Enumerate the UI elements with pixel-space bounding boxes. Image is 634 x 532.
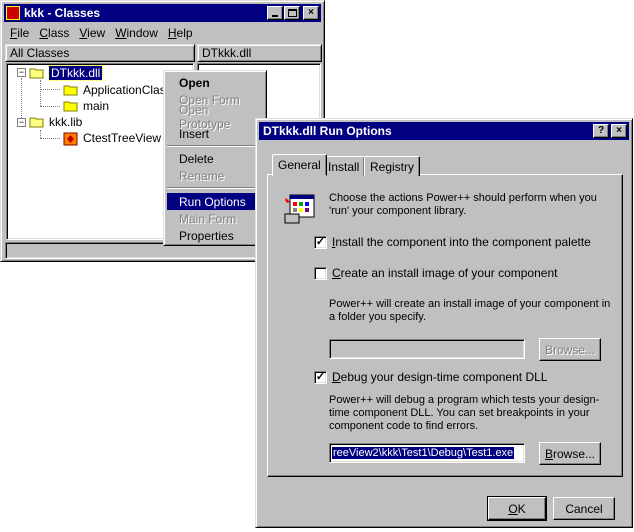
menu-item-open-prototype[interactable]: Open Prototype — [167, 103, 263, 131]
debug-dll-label[interactable]: Debug your design-time component DLL — [332, 370, 547, 384]
debug-dll-checkbox[interactable]: ✓ — [314, 371, 327, 384]
dialog-close-button[interactable]: × — [611, 124, 627, 138]
tab-label: Registry — [370, 159, 415, 174]
debug-path-value: reeView2\kkk\Test1\Debug\Test1.exe — [332, 447, 515, 459]
classes-window-titlebar[interactable]: kkk - Classes × — [4, 4, 321, 22]
checkmark-icon: ✓ — [315, 371, 326, 383]
install-palette-checkbox[interactable]: ✓ — [314, 236, 327, 249]
install-palette-label[interactable]: Install the component into the component… — [332, 235, 591, 249]
folder-icon — [63, 84, 79, 96]
menu-file[interactable]: File — [5, 26, 34, 40]
tab-install[interactable]: Install — [322, 156, 366, 176]
tree-item-label: main — [83, 99, 110, 113]
tab-general[interactable]: General — [272, 154, 327, 176]
browse-label: Browse... — [544, 446, 596, 461]
tree-item-label: CtestTreeView — [83, 131, 162, 145]
tree-item-ctesttreeview[interactable]: CtestTreeView — [63, 130, 161, 146]
ok-label: OK — [508, 501, 526, 516]
close-icon: × — [308, 7, 314, 18]
component-library-icon — [284, 194, 316, 224]
folder-icon — [63, 100, 79, 112]
menu-view[interactable]: View — [74, 26, 110, 40]
tree-item-label: kkk.lib — [49, 115, 83, 129]
menu-separator — [167, 187, 263, 189]
collapse-dtkkk-icon[interactable]: − — [17, 68, 26, 77]
run-options-dialog: DTkkk.dll Run Options ? × General Instal… — [255, 118, 633, 528]
menu-item-main-form[interactable]: Main Form — [167, 210, 263, 227]
tree-connector — [21, 78, 22, 122]
tree-item-kkk-lib[interactable]: kkk.lib — [29, 114, 82, 130]
collapse-kkk-lib-icon[interactable]: − — [17, 118, 26, 127]
install-image-checkbox[interactable] — [314, 267, 327, 280]
menu-item-rename[interactable]: Rename — [167, 167, 263, 184]
debug-path-field[interactable]: reeView2\kkk\Test1\Debug\Test1.exe — [329, 443, 525, 463]
class-icon — [63, 132, 79, 146]
install-image-help-text: Power++ will create an install image of … — [329, 298, 611, 323]
close-icon: × — [616, 125, 622, 136]
debug-browse-button[interactable]: Browse... — [539, 442, 601, 465]
checkmark-icon: ✓ — [315, 236, 326, 248]
maximize-icon — [287, 9, 297, 17]
close-button[interactable]: × — [303, 6, 319, 20]
menu-window[interactable]: Window — [110, 26, 163, 40]
menu-item-insert[interactable]: Insert — [167, 125, 263, 142]
ok-button[interactable]: OK — [487, 496, 547, 521]
all-classes-header-label: All Classes — [10, 46, 70, 60]
minimize-icon — [272, 15, 278, 17]
detail-header[interactable]: DTkkk.dll — [197, 44, 322, 62]
tree-item-label: DTkkk.dll — [47, 65, 104, 81]
tab-label: General — [278, 158, 321, 172]
menu-separator — [167, 145, 263, 147]
tree-item-applicationclass[interactable]: ApplicationClass — [63, 82, 172, 98]
cancel-label: Cancel — [565, 501, 603, 516]
tree-connector — [40, 130, 41, 138]
tree-connector — [40, 80, 41, 106]
open-folder-icon — [29, 67, 45, 79]
window-title: kkk - Classes — [24, 6, 101, 20]
tree-connector — [40, 106, 60, 107]
minimize-button[interactable] — [267, 6, 283, 20]
menu-item-run-options[interactable]: Run Options — [167, 193, 263, 210]
install-image-path-field[interactable] — [329, 339, 525, 359]
menu-item-properties[interactable]: Properties — [167, 227, 263, 244]
cancel-button[interactable]: Cancel — [553, 497, 615, 520]
dialog-title: DTkkk.dll Run Options — [263, 124, 392, 138]
browse-label: Browse... — [544, 342, 595, 357]
tree-item-label: ApplicationClass — [83, 83, 172, 97]
debug-help-text: Power++ will debug a program which tests… — [329, 394, 600, 432]
menu-help[interactable]: Help — [163, 26, 198, 40]
menu-bar: File Class View Window Help — [5, 24, 320, 42]
help-icon: ? — [597, 125, 605, 136]
context-menu: Open Open Form Open Prototype Insert Del… — [163, 70, 267, 246]
install-image-browse-button[interactable]: Browse... — [539, 338, 601, 361]
tree-item-dtkkk-dll[interactable]: DTkkk.dll — [29, 65, 104, 81]
app-icon[interactable] — [6, 6, 20, 20]
tab-label: Install — [328, 159, 360, 174]
dialog-titlebar[interactable]: DTkkk.dll Run Options ? × — [259, 122, 629, 140]
intro-text: Choose the actions Power++ should perfor… — [329, 192, 597, 217]
tree-connector — [40, 89, 60, 90]
menu-class[interactable]: Class — [34, 26, 74, 40]
install-image-label[interactable]: Create an install image of your componen… — [332, 266, 557, 280]
menu-item-delete[interactable]: Delete — [167, 150, 263, 167]
open-folder-icon — [29, 116, 45, 128]
menu-item-open[interactable]: Open — [167, 74, 263, 91]
detail-header-label: DTkkk.dll — [202, 46, 252, 60]
maximize-button[interactable] — [284, 6, 300, 20]
all-classes-header[interactable]: All Classes — [5, 44, 195, 62]
tab-registry[interactable]: Registry — [364, 156, 421, 176]
help-button[interactable]: ? — [593, 124, 609, 138]
tree-item-main[interactable]: main — [63, 98, 109, 114]
tree-connector — [40, 138, 60, 139]
